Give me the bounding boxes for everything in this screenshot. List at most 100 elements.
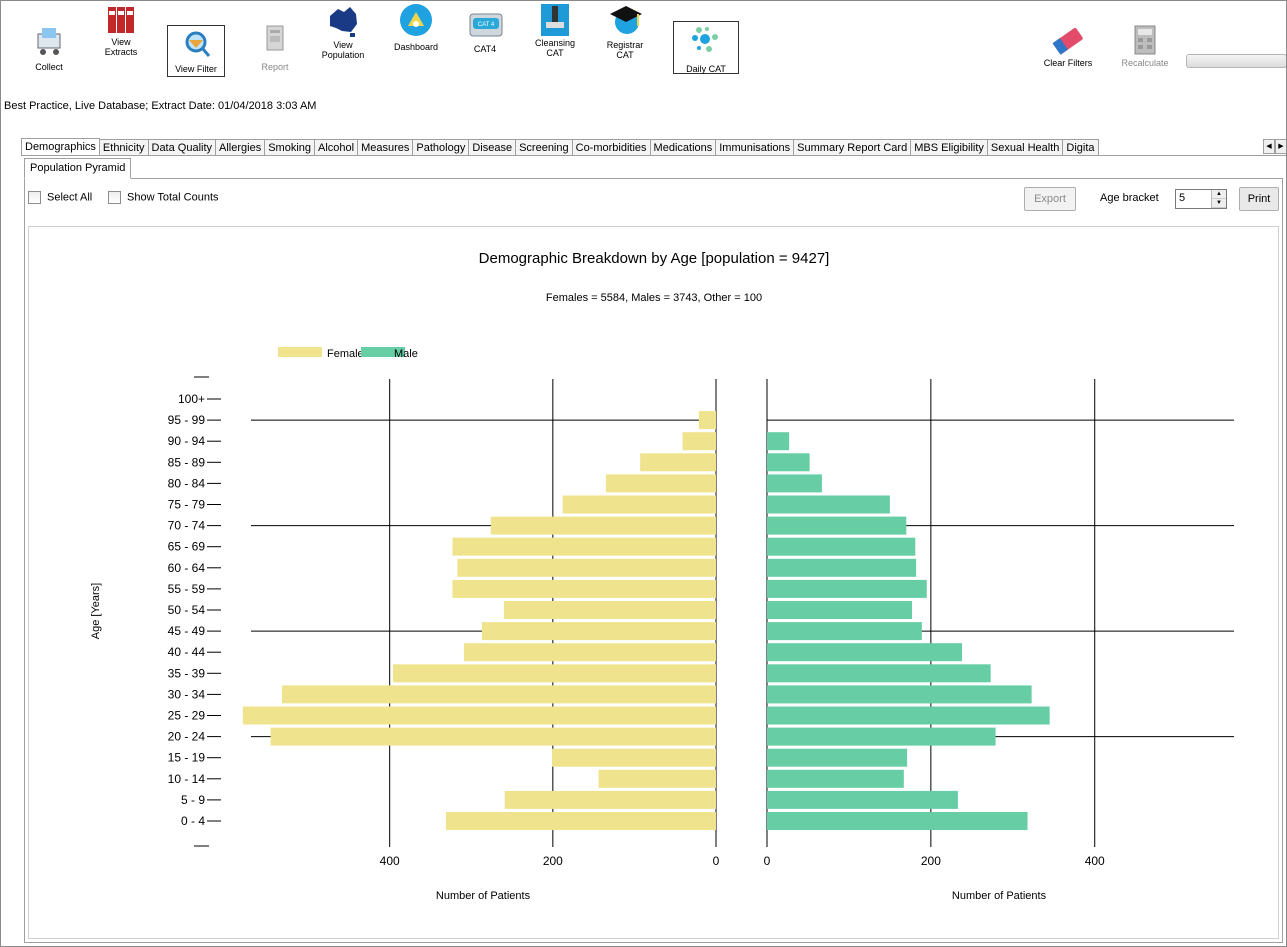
male-bar xyxy=(767,812,1028,830)
female-bar xyxy=(270,727,716,746)
male-x-tick-label: 400 xyxy=(1085,854,1105,868)
tab-scroll-left-icon[interactable]: ◀ xyxy=(1263,139,1275,154)
y-tick-label: 65 - 69 xyxy=(168,540,206,554)
legend-female-swatch xyxy=(278,347,322,357)
male-bar xyxy=(767,558,917,577)
tab-co-morbidities[interactable]: Co-morbidities xyxy=(571,139,651,155)
daily-cat-button[interactable]: Daily CAT xyxy=(673,21,739,74)
female-bar xyxy=(503,601,716,619)
dots-icon xyxy=(689,24,723,58)
female-bar xyxy=(605,474,716,493)
y-tick-label: 35 - 39 xyxy=(168,666,206,680)
svg-text:CAT 4: CAT 4 xyxy=(478,22,495,28)
female-x-tick-label: 400 xyxy=(380,854,400,868)
y-tick-label: 25 - 29 xyxy=(168,709,206,723)
tab-population-pyramid[interactable]: Population Pyramid xyxy=(24,158,132,179)
female-bar xyxy=(490,516,716,535)
show-total-counts-label: Show Total Counts xyxy=(127,191,219,204)
male-x-tick-label: 200 xyxy=(921,854,941,868)
graduation-cap-icon xyxy=(608,2,642,36)
tab-immunisations[interactable]: Immunisations xyxy=(715,139,795,155)
male-bar xyxy=(767,685,1032,704)
male-bar xyxy=(767,706,1050,725)
tab-measures[interactable]: Measures xyxy=(357,139,414,155)
cat4-button[interactable]: CAT 4 CAT4 xyxy=(450,0,520,96)
tab-screening[interactable]: Screening xyxy=(515,139,573,155)
population-pyramid-chart: Demographic Breakdown by Age [population… xyxy=(90,250,1234,902)
tab-ethnicity[interactable]: Ethnicity xyxy=(98,139,149,155)
age-bracket-label: Age bracket xyxy=(1100,192,1159,204)
tab-digita[interactable]: Digita xyxy=(1062,139,1099,155)
binders-icon xyxy=(104,3,138,37)
male-bar xyxy=(767,748,908,767)
tab-data-quality[interactable]: Data Quality xyxy=(147,139,217,155)
male-bar xyxy=(767,622,922,641)
eraser-icon xyxy=(1051,24,1085,58)
male-bar xyxy=(767,579,927,598)
male-bar xyxy=(767,516,907,535)
cart-icon xyxy=(32,24,66,58)
tab-demographics[interactable]: Demographics xyxy=(21,138,100,155)
y-tick-label: 40 - 44 xyxy=(168,645,206,659)
select-all-box[interactable] xyxy=(28,191,41,204)
tab-medications[interactable]: Medications xyxy=(649,139,717,155)
spin-down-icon[interactable]: ▼ xyxy=(1212,199,1226,208)
age-bracket-spinner[interactable]: ▲ ▼ xyxy=(1211,190,1226,208)
legend-male-label: Male xyxy=(394,348,418,360)
spin-up-icon[interactable]: ▲ xyxy=(1212,190,1226,199)
tab-alcohol[interactable]: Alcohol xyxy=(314,139,359,155)
tab-summary-report-card[interactable]: Summary Report Card xyxy=(793,139,912,155)
male-bar xyxy=(767,453,810,472)
female-bar xyxy=(457,558,716,577)
tab-pathology[interactable]: Pathology xyxy=(412,139,470,155)
tab-sexual-health[interactable]: Sexual Health xyxy=(986,139,1064,155)
tab-strip: Demographics Ethnicity Data Quality Allergi… xyxy=(21,137,1287,156)
y-tick-label: 95 - 99 xyxy=(168,413,206,427)
female-x-tick-label: 0 xyxy=(713,854,720,868)
dashboard-button[interactable]: Dashboard xyxy=(381,0,451,96)
show-total-counts-box[interactable] xyxy=(108,191,121,204)
print-button[interactable]: Print xyxy=(1239,187,1279,211)
tab-scroll-right-icon[interactable]: ▶ xyxy=(1275,139,1287,154)
male-bar xyxy=(767,769,904,788)
chart-subtitle: Females = 5584, Males = 3743, Other = 10… xyxy=(546,292,762,304)
dashboard-gauge-icon xyxy=(399,2,433,36)
view-filter-button[interactable]: View Filter xyxy=(167,25,225,77)
view-population-button[interactable]: View Population xyxy=(308,0,378,96)
male-bar xyxy=(767,432,790,451)
male-bar xyxy=(767,537,916,556)
female-bar xyxy=(452,537,716,556)
cleansing-cat-button[interactable]: Cleansing CAT xyxy=(520,0,590,96)
y-tick-label: 80 - 84 xyxy=(168,476,206,490)
y-tick-label: 90 - 94 xyxy=(168,434,206,448)
female-bar xyxy=(242,706,716,725)
registrar-cat-button[interactable]: Registrar CAT xyxy=(590,0,660,96)
export-button[interactable]: Export xyxy=(1024,187,1076,211)
clear-filters-button[interactable]: Clear Filters xyxy=(1033,0,1103,96)
female-bar xyxy=(640,453,716,472)
y-tick-label: 10 - 14 xyxy=(168,772,206,786)
female-bar xyxy=(463,643,716,662)
tab-smoking[interactable]: Smoking xyxy=(264,139,316,155)
status-line: Best Practice, Live Database; Extract Da… xyxy=(4,100,317,112)
recalculate-button[interactable]: Recalculate xyxy=(1110,0,1180,96)
select-all-label: Select All xyxy=(47,191,93,204)
tab-disease[interactable]: Disease xyxy=(468,139,517,155)
y-tick-label: 100+ xyxy=(178,392,205,406)
y-tick-label: 5 - 9 xyxy=(181,793,205,807)
select-all-checkbox[interactable]: Select All xyxy=(28,191,92,204)
australia-map-icon xyxy=(326,4,360,38)
view-extracts-button[interactable]: View Extracts xyxy=(86,0,156,96)
collect-button[interactable]: Collect xyxy=(14,0,84,96)
tab-allergies[interactable]: Allergies xyxy=(215,139,266,155)
male-bar xyxy=(767,643,962,662)
y-tick-label: 60 - 64 xyxy=(168,561,206,575)
y-tick-label: 30 - 34 xyxy=(168,687,206,701)
y-tick-label: 50 - 54 xyxy=(168,603,206,617)
show-total-counts-checkbox[interactable]: Show Total Counts xyxy=(108,191,219,204)
cat4-icon: CAT 4 xyxy=(468,6,503,40)
tab-mbs-eligibility[interactable]: MBS Eligibility xyxy=(910,139,988,155)
male-bar xyxy=(767,664,991,683)
report-button[interactable]: Report xyxy=(240,0,310,96)
y-tick-label: 55 - 59 xyxy=(168,582,206,596)
